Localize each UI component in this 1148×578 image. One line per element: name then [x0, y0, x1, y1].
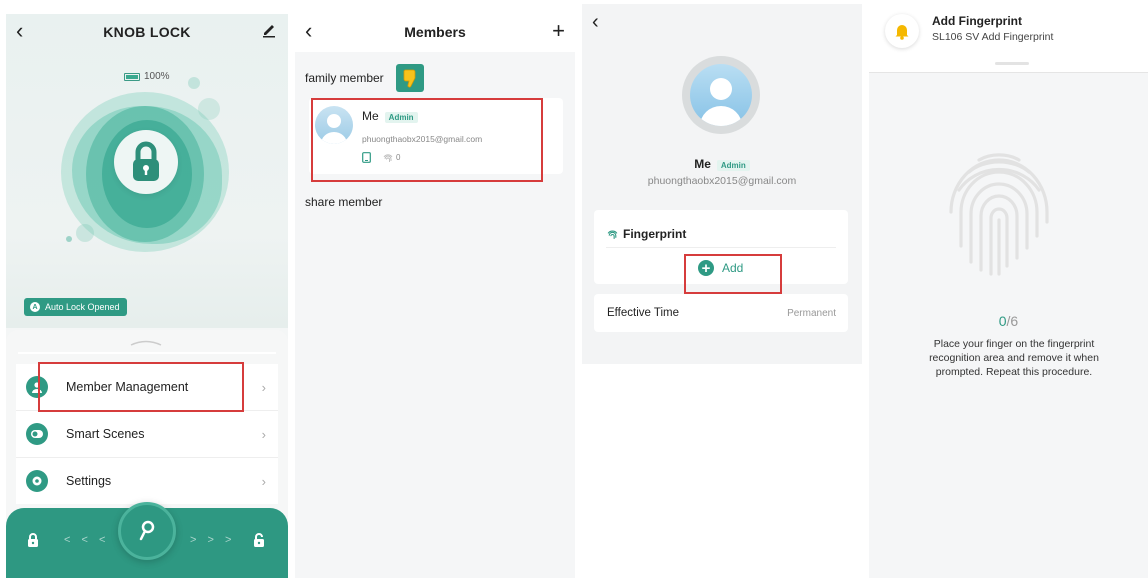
page-subtitle: SL106 SV Add Fingerprint [932, 31, 1054, 43]
drag-handle[interactable] [995, 62, 1029, 65]
fingerprint-section-title: Fingerprint [607, 227, 686, 241]
menu-label: Settings [66, 474, 112, 488]
lock-screen: ‹ KNOB LOCK 100% A Auto Lock Opened Memb… [6, 14, 288, 578]
highlight-box [311, 98, 543, 182]
bell-icon [885, 14, 919, 48]
battery-indicator: 100% [124, 71, 170, 82]
slider-knob[interactable] [118, 502, 176, 560]
padlock-icon [133, 141, 159, 181]
scan-progress: 0/6 [869, 313, 1148, 329]
toggle-icon [26, 423, 48, 445]
lock-header: ‹ KNOB LOCK [6, 20, 288, 48]
progress-total: /6 [1006, 313, 1019, 329]
auto-lock-label: Auto Lock Opened [45, 302, 120, 312]
page-title: Members [404, 24, 466, 40]
user-silhouette-icon [700, 78, 742, 126]
scan-instructions: Place your finger on the fingerprint rec… [929, 338, 1099, 378]
members-header: ‹ Members + [295, 18, 575, 46]
battery-level: 100% [144, 71, 170, 82]
menu-item-settings[interactable]: Settings › [16, 458, 278, 504]
member-name-row: Me Admin [582, 157, 862, 171]
member-email: phuongthaobx2015@gmail.com [647, 175, 797, 187]
chevron-right-icon: › [261, 426, 266, 442]
divider [869, 72, 1148, 73]
page-title: Add Fingerprint [932, 14, 1022, 28]
menu-row[interactable]: Smart Scenes › [16, 411, 278, 457]
add-fingerprint-screen: Add Fingerprint SL106 SV Add Fingerprint… [869, 0, 1148, 578]
effective-time-label: Effective Time [607, 307, 680, 319]
fingerprint-icon [607, 229, 618, 239]
fingerprint-scan-icon [949, 153, 1049, 276]
menu-item-smart-scenes[interactable]: Smart Scenes › [16, 411, 278, 457]
slide-right-arrows: > > > [190, 534, 236, 546]
notification-header: Add Fingerprint SL106 SV Add Fingerprint [869, 0, 1148, 72]
edit-icon[interactable] [262, 22, 276, 38]
divider [18, 352, 276, 354]
member-name: Me [694, 157, 711, 171]
avatar[interactable] [682, 56, 760, 134]
divider [606, 247, 836, 248]
progress-current: 0 [998, 313, 1007, 329]
highlight-box [684, 254, 782, 294]
slide-left-arrows: < < < [64, 534, 110, 546]
back-icon[interactable]: ‹ [592, 12, 599, 32]
key-icon [139, 520, 155, 541]
chevron-right-icon: › [261, 379, 266, 395]
menu-label: Smart Scenes [66, 427, 145, 441]
decor-bubble [198, 98, 220, 120]
lock-icon[interactable] [26, 532, 40, 548]
decor-bubble [76, 224, 94, 242]
pointing-hand-icon [396, 64, 424, 92]
unlock-icon[interactable] [252, 532, 266, 548]
chevron-up-icon[interactable] [129, 338, 163, 346]
chevron-right-icon: › [261, 473, 266, 489]
auto-lock-icon: A [30, 302, 40, 312]
decor-bubble [66, 236, 72, 242]
admin-badge: Admin [716, 160, 750, 171]
lock-button[interactable] [114, 130, 178, 194]
fingerprint-title: Fingerprint [623, 227, 687, 241]
menu-row[interactable]: Settings › [16, 458, 278, 504]
member-detail-screen: ‹ Me Admin phuongthaobx2015@gmail.com Fin… [582, 4, 862, 364]
unlock-slider[interactable]: < < < > > > [6, 502, 288, 578]
effective-time-value: Permanent [787, 308, 836, 319]
section-label-family: family member [305, 71, 384, 85]
gear-icon [26, 470, 48, 492]
highlight-box [38, 362, 244, 412]
effective-time-row[interactable]: Effective Time Permanent [594, 294, 848, 332]
lock-hero: ‹ KNOB LOCK 100% A Auto Lock Opened [6, 14, 288, 328]
page-title: KNOB LOCK [103, 24, 191, 40]
battery-icon [124, 72, 140, 81]
auto-lock-badge: A Auto Lock Opened [24, 298, 127, 316]
section-label-share: share member [305, 195, 383, 209]
add-member-icon[interactable]: + [552, 18, 565, 44]
decor-bubble [188, 77, 200, 89]
avatar-image [690, 64, 752, 126]
members-screen: ‹ Members + family member Me Admin phuong… [295, 14, 575, 578]
